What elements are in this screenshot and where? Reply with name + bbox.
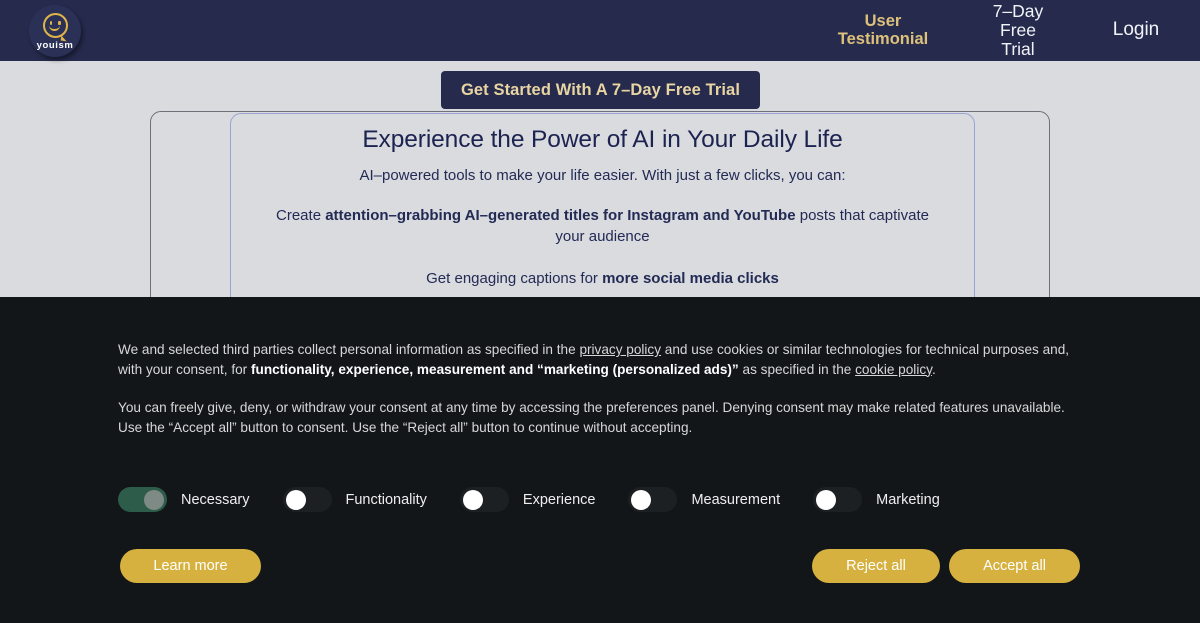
toggle-measurement[interactable] xyxy=(628,487,678,512)
toggle-group-measurement: Measurement xyxy=(628,487,813,512)
cookie-paragraph-3: Use the “Accept all” button to consent. … xyxy=(118,419,693,435)
cookie-p1-part3: as specified in the xyxy=(738,361,856,377)
cookie-paragraph-1: We and selected third parties collect pe… xyxy=(118,340,1080,379)
learn-more-button[interactable]: Learn more xyxy=(120,549,261,583)
feature-bullet-1: Create attention–grabbing AI–generated t… xyxy=(230,206,975,247)
toggle-group-experience: Experience xyxy=(459,487,629,512)
toggle-functionality[interactable] xyxy=(282,487,332,512)
toggle-experience[interactable] xyxy=(459,487,509,512)
site-header: youism User Testimonial 7–Day Free Trial… xyxy=(0,0,1200,61)
nav-item-user-testimonial[interactable]: User Testimonial xyxy=(818,11,948,49)
nav-label-line1: 7–Day xyxy=(992,1,1044,22)
nav-label-line2: Free xyxy=(1000,20,1036,41)
page-title: Experience the Power of AI in Your Daily… xyxy=(362,126,843,153)
toggle-knob-icon xyxy=(285,489,306,510)
toggle-group-functionality: Functionality xyxy=(282,487,460,512)
page-subtitle: AI–powered tools to make your life easie… xyxy=(359,167,846,184)
toggle-group-necessary: Necessary xyxy=(118,487,283,512)
toggle-label-necessary: Necessary xyxy=(181,491,250,508)
nav-item-7-day-free-trial[interactable]: 7–Day Free Trial xyxy=(970,2,1066,59)
toggle-knob-icon xyxy=(462,489,483,510)
toggle-knob-icon xyxy=(631,489,652,510)
cookie-consent-banner: We and selected third parties collect pe… xyxy=(0,297,1200,623)
smiley-mouth-icon xyxy=(49,24,60,31)
cookie-text-block: We and selected third parties collect pe… xyxy=(118,340,1080,437)
feature-bullet-2: Get engaging captions for more social me… xyxy=(230,269,975,290)
toggle-knob-icon xyxy=(144,489,164,510)
smiley-speech-bubble-icon xyxy=(42,12,68,38)
reject-all-button[interactable]: Reject all xyxy=(812,549,940,583)
consent-toggles: Necessary Functionality Experience Measu… xyxy=(118,487,940,512)
toggle-label-measurement: Measurement xyxy=(691,491,781,508)
logo-wordmark: youism xyxy=(36,39,74,51)
primary-navigation: User Testimonial 7–Day Free Trial Login xyxy=(818,0,1200,61)
toggle-group-marketing: Marketing xyxy=(813,487,940,512)
toggle-necessary[interactable] xyxy=(118,487,167,512)
bullet-1-prefix: Create xyxy=(276,207,326,224)
nav-item-login[interactable]: Login xyxy=(1088,20,1184,41)
accept-all-button[interactable]: Accept all xyxy=(949,549,1080,583)
toggle-label-experience: Experience xyxy=(522,491,596,508)
bullet-1-bold: attention–grabbing AI–generated titles f… xyxy=(325,207,796,224)
cookie-policy-link[interactable]: cookie policy xyxy=(855,362,932,377)
privacy-policy-link[interactable]: privacy policy xyxy=(579,342,661,357)
cookie-p1-part1: We and selected third parties collect pe… xyxy=(118,342,580,357)
bullet-2-bold: more social media clicks xyxy=(602,270,779,288)
youism-logo[interactable]: youism xyxy=(29,5,81,57)
toggle-marketing[interactable] xyxy=(813,487,863,512)
cookie-p1-bold: functionality, experience, measurement a… xyxy=(250,361,739,377)
nav-label-line3: Trial xyxy=(1001,38,1035,59)
toggle-label-functionality: Functionality xyxy=(345,491,427,508)
main-content: Experience the Power of AI in Your Daily… xyxy=(230,113,975,300)
cookie-p1-part4: . xyxy=(931,361,936,377)
cookie-paragraph-2: You can freely give, deny, or withdraw y… xyxy=(118,400,1065,416)
get-started-button[interactable]: Get Started With A 7–Day Free Trial xyxy=(441,71,760,109)
bullet-2-prefix: Get engaging captions for xyxy=(426,270,603,288)
toggle-label-marketing: Marketing xyxy=(876,491,940,508)
nav-label-line2: Testimonial xyxy=(837,29,929,48)
nav-label-line1: User xyxy=(864,11,902,30)
toggle-knob-icon xyxy=(816,489,837,510)
